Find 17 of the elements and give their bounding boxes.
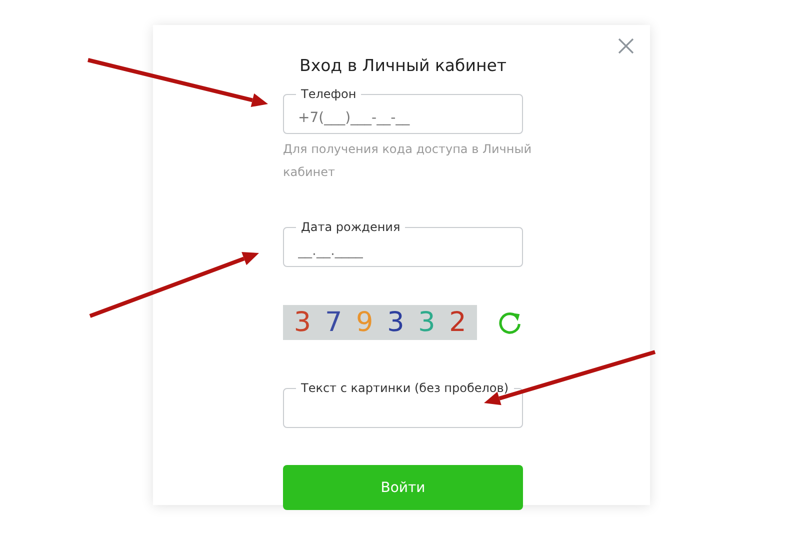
phone-input[interactable]: +7(___)___-__-__ [298,106,514,130]
refresh-icon[interactable] [497,310,523,336]
captcha-character: 3 [418,308,436,338]
close-icon[interactable] [618,38,634,54]
hint-text: Для получения кода доступа в Личный кабинет [283,141,533,181]
captcha-character: 3 [387,308,404,338]
dialog-title: Вход в Личный кабинет [298,56,508,76]
captcha-character: 2 [449,308,466,338]
field-label: Телефон [300,86,358,102]
captcha-character: 9 [356,308,374,338]
field-label: Дата рождения [300,219,402,235]
date-field[interactable]: Дата рождения __.__.____ [283,219,523,267]
captcha-character: 3 [294,308,312,338]
phone-field[interactable]: Телефон +7(___)___-__-__ [283,86,523,134]
date-input[interactable]: __.__.____ [298,239,514,263]
captcha-character: 7 [324,308,342,338]
field-label: Текст с картинки (без пробелов) [300,380,510,396]
